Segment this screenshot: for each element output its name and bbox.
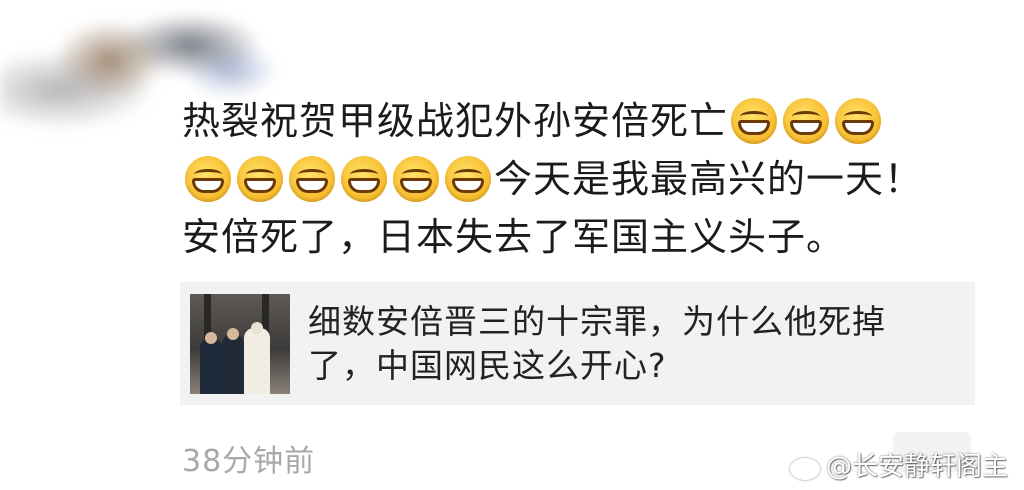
link-card-thumbnail [190,293,290,394]
post-line-3: 安倍死了，日本失去了军国主义头子。 [182,208,962,266]
watermark-text: @长安静轩阁主 [826,452,1009,482]
post-line-2: 今天是我最高兴的一天！ [182,150,962,208]
grinning-face-emoji-icon [445,156,491,202]
grinning-face-emoji-icon [237,156,283,202]
watermark: @长安静轩阁主 [788,446,1008,483]
post-line-3-text: 安倍死了，日本失去了军国主义头子。 [182,215,846,259]
link-card-title-line-2: 了，中国网民这么开心? [308,345,667,385]
link-card-title-line-1: 细数安倍晋三的十宗罪，为什么他死掉 [308,301,886,341]
post-text: 热裂祝贺甲级战犯外孙安倍死亡 今天是我最高兴的一天！ 安倍死了，日本失去了军国主… [182,92,962,266]
grinning-face-emoji-icon [835,98,882,144]
post-line-1: 热裂祝贺甲级战犯外孙安倍死亡 [182,92,962,150]
post-line-2-text: 今天是我最高兴的一天！ [494,157,924,201]
post-timestamp: 38分钟前 [182,444,316,479]
grinning-face-emoji-icon [185,156,231,202]
link-card-title: 细数安倍晋三的十宗罪，为什么他死掉 了，中国网民这么开心? [308,300,948,388]
grinning-face-emoji-icon [731,98,778,144]
grinning-face-emoji-icon [341,156,387,202]
grinning-face-emoji-icon [393,156,439,202]
weibo-icon [788,452,822,480]
grinning-face-emoji-icon [783,98,830,144]
post-line-1-text: 热裂祝贺甲级战犯外孙安倍死亡 [182,99,729,143]
link-card[interactable]: 细数安倍晋三的十宗罪，为什么他死掉 了，中国网民这么开心? [180,282,975,405]
grinning-face-emoji-icon [289,156,335,202]
